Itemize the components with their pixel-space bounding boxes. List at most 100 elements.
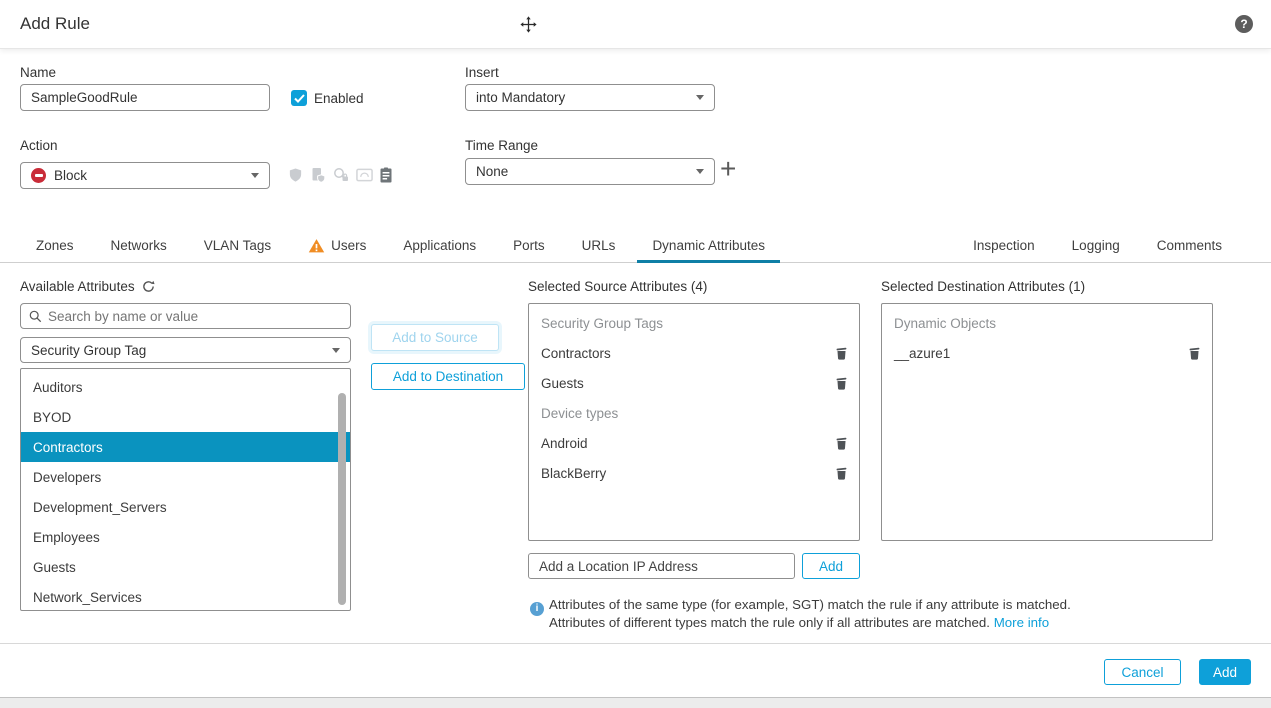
time-range-label: Time Range [465,138,538,153]
trash-icon[interactable] [834,375,849,391]
chevron-down-icon [696,95,704,100]
selected-attribute-row: Contractors [529,338,859,368]
destination-attributes-title: Selected Destination Attributes (1) [881,279,1085,294]
warning-icon [308,238,325,254]
source-attributes-title: Selected Source Attributes (4) [528,279,707,294]
attribute-label: BlackBerry [541,466,606,481]
list-item[interactable]: Employees [21,522,350,552]
tab-label: Dynamic Attributes [652,238,765,253]
time-range-value: None [476,164,508,179]
list-item[interactable]: Developers [21,462,350,492]
info-line-2: Attributes of different types match the … [549,615,990,630]
file-policy-icon [310,167,326,183]
info-line-1: Attributes of the same type (for example… [549,597,1071,612]
attribute-label: __azure1 [894,346,950,361]
logging-clipboard-icon[interactable] [380,167,392,183]
cancel-button[interactable]: Cancel [1104,659,1181,685]
add-time-range-icon[interactable]: + [720,155,736,183]
tab-zones[interactable]: Zones [21,229,89,262]
footer-divider [0,643,1271,644]
action-label: Action [20,138,58,153]
search-input[interactable] [48,309,342,324]
tabs-left: Zones Networks VLAN Tags Users Applications P… [21,229,780,262]
insert-label: Insert [465,65,499,80]
tab-vlan-tags[interactable]: VLAN Tags [189,229,286,262]
list-item[interactable]: Guests [21,552,350,582]
available-attributes-label: Available Attributes [20,279,135,294]
tab-logging[interactable]: Logging [1057,229,1135,262]
list-item[interactable]: Development_Servers [21,492,350,522]
action-select[interactable]: Block [20,162,270,189]
block-action-icon [31,168,46,183]
tab-label: Comments [1157,238,1222,253]
attribute-group-header: Device types [529,398,859,428]
selected-attribute-row: BlackBerry [529,458,859,488]
more-info-link[interactable]: More info [994,615,1049,630]
info-icon: i [530,602,544,616]
tab-label: Inspection [973,238,1035,253]
trash-icon[interactable] [1187,345,1202,361]
ssl-inspection-icon [333,167,349,183]
chevron-down-icon [251,173,259,178]
action-value: Block [54,168,87,183]
list-item[interactable]: Contractors [21,432,350,462]
time-range-select[interactable]: None [465,158,715,185]
attributes-info-note: i Attributes of the same type (for examp… [528,596,1188,631]
tab-label: Ports [513,238,545,253]
tab-urls[interactable]: URLs [567,229,631,262]
rule-option-icons [288,167,392,183]
attribute-group-header: Security Group Tags [529,308,859,338]
selected-attribute-row: Guests [529,368,859,398]
scrollbar-thumb[interactable] [338,393,346,605]
selected-source-attributes-panel: Security Group TagsContractors Guests Devi… [528,303,860,541]
dialog-header: Add Rule ? [0,0,1271,48]
tab-label: Zones [36,238,74,253]
refresh-icon[interactable] [142,280,155,296]
intrusion-shield-icon [288,167,303,183]
chevron-down-icon [332,348,340,353]
tab-inspection[interactable]: Inspection [958,229,1050,262]
attribute-group-header: Dynamic Objects [882,308,1212,338]
attribute-label: Guests [541,376,584,391]
attribute-search [20,303,351,329]
tab-label: Applications [403,238,476,253]
list-items: AuditorsBYODContractorsDevelopersDevelop… [21,372,350,611]
trash-icon[interactable] [834,435,849,451]
trash-icon[interactable] [834,345,849,361]
list-item[interactable]: Network_Services [21,582,350,611]
tab-label: URLs [582,238,616,253]
trash-icon[interactable] [834,465,849,481]
tab-users[interactable]: Users [293,229,381,262]
tab-dynamic-attributes[interactable]: Dynamic Attributes [637,229,780,262]
selected-attribute-row: Android [529,428,859,458]
add-to-destination-button[interactable]: Add to Destination [371,363,525,390]
enabled-checkbox[interactable] [291,90,307,106]
selected-attribute-row: __azure1 [882,338,1212,368]
tab-label: Logging [1072,238,1120,253]
attribute-type-value: Security Group Tag [31,343,146,358]
tab-applications[interactable]: Applications [388,229,491,262]
add-location-ip-button[interactable]: Add [802,553,860,579]
help-icon[interactable]: ? [1235,15,1253,33]
list-item[interactable]: BYOD [21,402,350,432]
tab-networks[interactable]: Networks [96,229,182,262]
tab-comments[interactable]: Comments [1142,229,1237,262]
enabled-label: Enabled [314,91,364,106]
name-input[interactable] [20,84,270,111]
attribute-type-select[interactable]: Security Group Tag [20,337,351,363]
name-label: Name [20,65,56,80]
list-item[interactable]: Auditors [21,372,350,402]
tab-ports[interactable]: Ports [498,229,560,262]
tab-label: Networks [111,238,167,253]
insert-select[interactable]: into Mandatory [465,84,715,111]
page-title: Add Rule [20,14,90,34]
move-icon[interactable] [520,16,537,33]
add-to-source-button[interactable]: Add to Source [371,324,499,351]
add-button[interactable]: Add [1199,659,1251,685]
location-ip-input[interactable] [528,553,795,579]
tab-label: VLAN Tags [204,238,271,253]
available-attributes-title: Available Attributes [20,279,155,296]
insert-value: into Mandatory [476,90,565,105]
tabs-right: Inspection Logging Comments [958,229,1237,262]
available-attributes-list: AuditorsBYODContractorsDevelopersDevelop… [20,368,351,611]
